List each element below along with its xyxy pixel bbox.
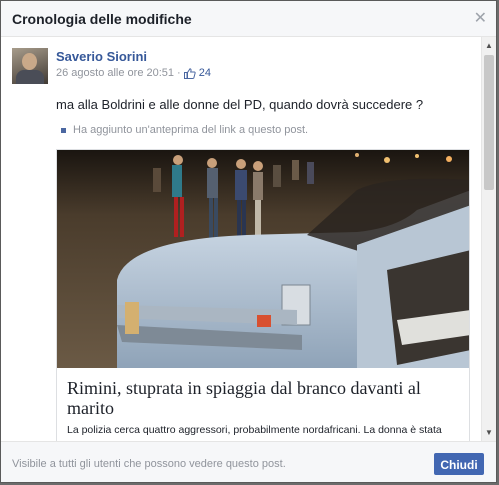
avatar[interactable] xyxy=(12,48,48,84)
close-button[interactable]: Chiudi xyxy=(434,453,484,475)
link-preview-title[interactable]: Rimini, stuprata in spiaggia dal branco … xyxy=(67,378,461,418)
meta-separator: · xyxy=(177,67,181,79)
avatar-head-shape xyxy=(22,53,37,70)
dialog-scrollbar[interactable]: ▲ ▼ xyxy=(481,37,496,441)
scroll-up-arrow-icon[interactable]: ▲ xyxy=(485,41,493,50)
scroll-down-arrow-icon[interactable]: ▼ xyxy=(485,428,493,437)
edit-note: Ha aggiunto un'anteprima del link a ques… xyxy=(61,124,308,136)
scroll-thumb[interactable] xyxy=(484,55,494,190)
author-name[interactable]: Saverio Siorini xyxy=(56,49,147,64)
edit-history-dialog: Cronologia delle modifiche ✕ Saverio Sio… xyxy=(0,0,497,483)
dialog-footer: Visibile a tutti gli utenti che possono … xyxy=(1,441,496,482)
bullet-icon xyxy=(61,127,66,133)
link-preview-image[interactable] xyxy=(57,150,470,368)
link-preview-card[interactable]: Rimini, stuprata in spiaggia dal branco … xyxy=(56,149,470,441)
visibility-text: Visibile a tutti gli utenti che possono … xyxy=(12,458,286,470)
post-timestamp[interactable]: 26 agosto alle ore 20:51 xyxy=(56,67,174,79)
dialog-title: Cronologia delle modifiche xyxy=(12,11,192,27)
like-count[interactable]: 24 xyxy=(199,67,211,79)
thumbs-up-icon[interactable] xyxy=(183,67,196,79)
dialog-header: Cronologia delle modifiche ✕ xyxy=(1,1,496,37)
link-preview-description: La polizia cerca quattro aggressori, pro… xyxy=(67,424,442,436)
post-meta: 26 agosto alle ore 20:51 · 24 xyxy=(56,67,211,79)
avatar-body-shape xyxy=(16,70,44,84)
post-text: ma alla Boldrini e alle donne del PD, qu… xyxy=(56,97,424,112)
dialog-content: Saverio Siorini 26 agosto alle ore 20:51… xyxy=(1,37,483,441)
edit-note-text: Ha aggiunto un'anteprima del link a ques… xyxy=(73,124,309,136)
close-icon[interactable]: ✕ xyxy=(474,8,487,28)
